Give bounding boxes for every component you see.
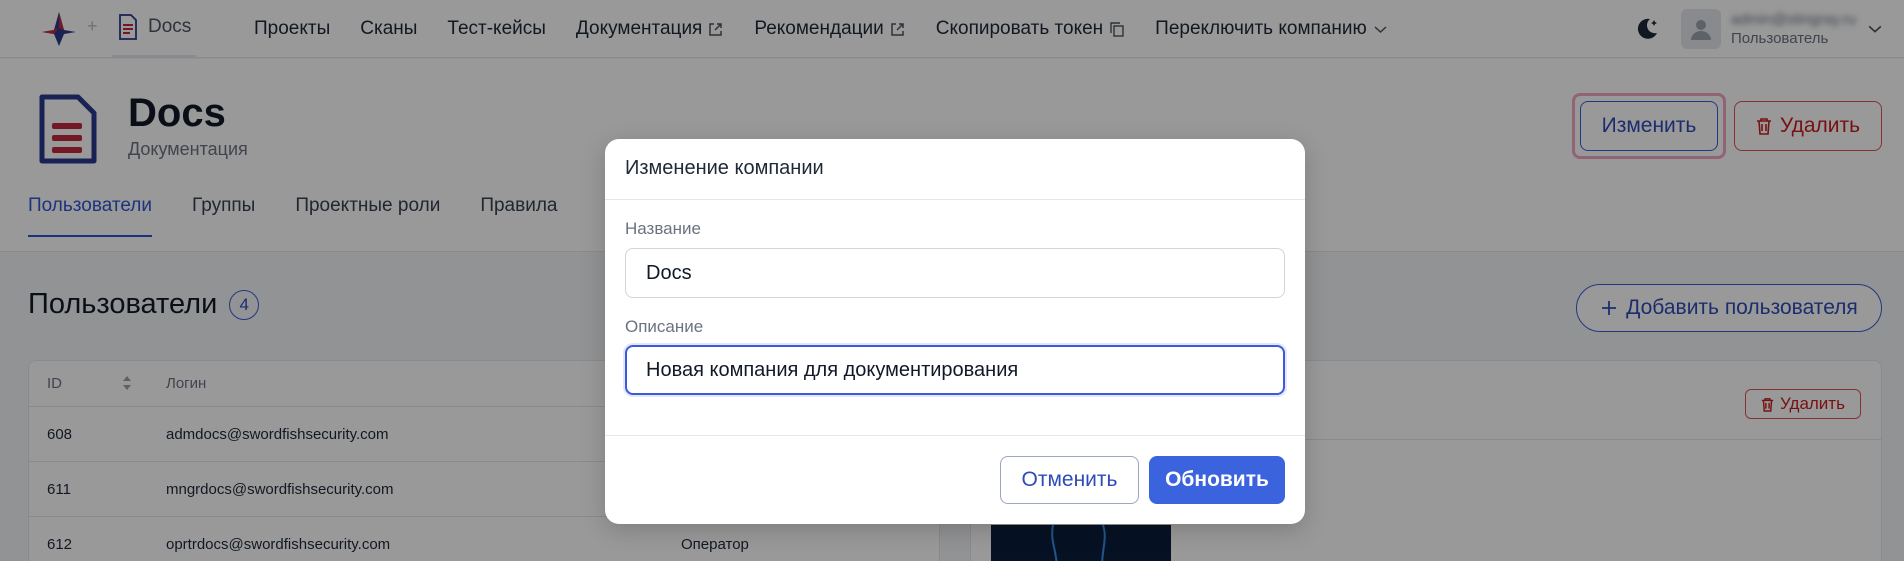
divider <box>605 199 1305 200</box>
modal-title: Изменение компании <box>625 157 824 179</box>
divider <box>605 435 1305 436</box>
edit-company-modal: Изменение компании Название Описание Отм… <box>605 139 1305 524</box>
description-input[interactable] <box>625 345 1285 395</box>
cancel-button[interactable]: Отменить <box>1000 456 1139 504</box>
name-input[interactable] <box>625 248 1285 298</box>
name-label: Название <box>625 219 701 238</box>
update-button[interactable]: Обновить <box>1149 456 1285 504</box>
description-label: Описание <box>625 317 704 336</box>
